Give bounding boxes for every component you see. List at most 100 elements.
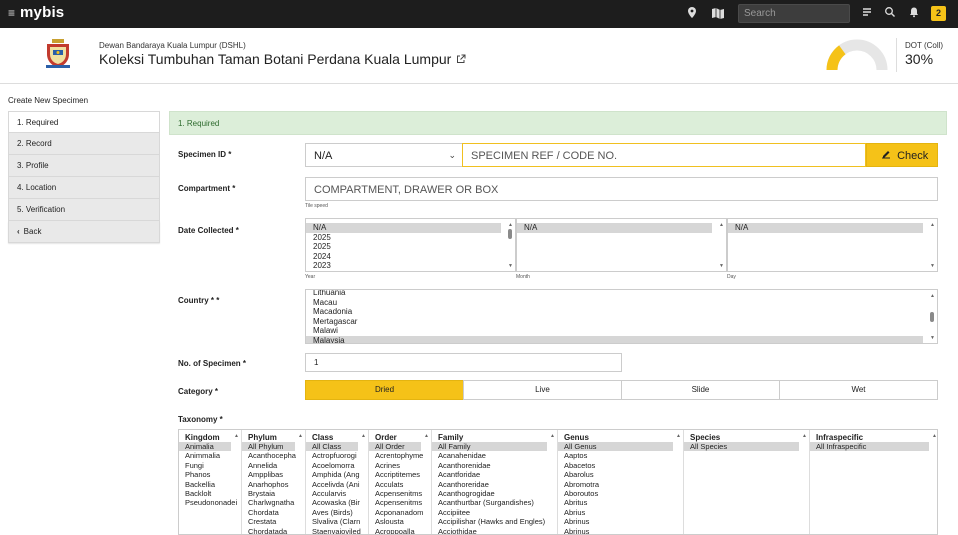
taxonomy-option[interactable]: Slvaliva (Clarn	[306, 517, 368, 526]
search-input[interactable]: Search	[738, 4, 850, 23]
country-option[interactable]: Malaysia	[306, 335, 923, 343]
taxonomy-option[interactable]: Acanthogrogidae	[432, 489, 557, 498]
taxonomy-option[interactable]: Acanthorenidae	[432, 461, 557, 470]
taxonomy-option[interactable]: Acpensenitms	[369, 489, 431, 498]
year-option[interactable]: 2025	[306, 242, 515, 252]
taxonomy-column-phylum[interactable]: Phylum All Phylum Acanthocepha Annelida Ampp…	[242, 430, 306, 534]
taxonomy-option[interactable]: Aslousta	[369, 517, 431, 526]
taxonomy-option[interactable]: Backlolt	[179, 489, 241, 498]
taxonomy-option[interactable]: Aaptos	[558, 451, 683, 460]
taxonomy-option[interactable]: All Family	[432, 442, 547, 452]
taxonomy-option[interactable]: Fungi	[179, 461, 241, 470]
country-option[interactable]: Mertagascar	[306, 317, 937, 327]
taxonomy-option[interactable]: Acroppoalla	[369, 527, 431, 534]
taxonomy-option[interactable]: Charlwgnatha	[242, 498, 305, 507]
scroll-up-icon[interactable]: ▲	[930, 293, 935, 299]
specimen-ref-input[interactable]: SPECIMEN REF / CODE NO.	[462, 143, 866, 167]
brand-logo[interactable]: mybis	[20, 4, 64, 21]
taxonomy-option[interactable]: Abacetos	[558, 461, 683, 470]
scroll-up-icon[interactable]: ▲	[930, 222, 935, 228]
num-specimen-input[interactable]: 1	[305, 353, 622, 372]
taxonomy-option[interactable]: Phanos	[179, 470, 241, 479]
back-button[interactable]: ‹ Back	[8, 221, 160, 243]
external-link-icon[interactable]	[456, 54, 466, 67]
taxonomy-option[interactable]: Acculats	[369, 480, 431, 489]
year-option[interactable]: 2025	[306, 233, 515, 243]
taxonomy-option[interactable]: Staenvaioviled	[306, 527, 368, 534]
check-button[interactable]: Check	[866, 143, 938, 167]
taxonomy-option[interactable]: Backellia	[179, 480, 241, 489]
taxonomy-option[interactable]: Acoelomorra	[306, 461, 368, 470]
day-listbox[interactable]: N/A ▲ ▼	[727, 218, 938, 272]
taxonomy-option[interactable]: Abrinus	[558, 517, 683, 526]
location-pin-icon[interactable]	[685, 6, 699, 20]
taxonomy-option[interactable]: Aboroutos	[558, 489, 683, 498]
scroll-down-icon[interactable]: ▼	[930, 335, 935, 341]
chat-icon[interactable]	[860, 6, 874, 20]
sidebar-item-record[interactable]: 2. Record	[8, 133, 160, 155]
year-listbox[interactable]: N/A 2025 2025 2024 2023 ▲ ▼	[305, 218, 516, 272]
sidebar-item-required[interactable]: 1. Required	[8, 111, 160, 133]
sidebar-item-location[interactable]: 4. Location	[8, 177, 160, 199]
country-option[interactable]: Macau	[306, 298, 937, 308]
taxonomy-option[interactable]: Acantforidae	[432, 470, 557, 479]
menu-icon[interactable]: ≡	[8, 6, 15, 20]
taxonomy-option[interactable]: Actropfuorogi	[306, 451, 368, 460]
taxonomy-option[interactable]: Abrius	[558, 508, 683, 517]
country-listbox[interactable]: Lithuania Macau Macadonia Mertagascar Malawi…	[305, 289, 938, 344]
month-listbox[interactable]: N/A ▲ ▼	[516, 218, 727, 272]
taxonomy-option[interactable]: Anarhophos	[242, 480, 305, 489]
taxonomy-option[interactable]: Acpensenitms	[369, 498, 431, 507]
taxonomy-option[interactable]: Accipiitee	[432, 508, 557, 517]
scrollbar-thumb[interactable]	[508, 229, 512, 239]
taxonomy-option[interactable]: Animalia	[179, 442, 231, 452]
scroll-up-icon[interactable]: ▲	[676, 433, 681, 439]
taxonomy-option[interactable]: Acrines	[369, 461, 431, 470]
country-option[interactable]: Macadonia	[306, 307, 937, 317]
taxonomy-option[interactable]: Abrinus	[558, 527, 683, 534]
category-dried[interactable]: Dried	[305, 380, 464, 400]
scroll-up-icon[interactable]: ▲	[424, 433, 429, 439]
taxonomy-option[interactable]: Accriptitemes	[369, 470, 431, 479]
taxonomy-option[interactable]: Acowaska (Bir	[306, 498, 368, 507]
taxonomy-option[interactable]: All Order	[369, 442, 421, 452]
taxonomy-option[interactable]: Acrentophyme	[369, 451, 431, 460]
taxonomy-option[interactable]: Chordatada	[242, 527, 305, 534]
scroll-up-icon[interactable]: ▲	[234, 433, 239, 439]
taxonomy-option[interactable]: Accelivda (Ani	[306, 480, 368, 489]
scroll-up-icon[interactable]: ▲	[802, 433, 807, 439]
sidebar-item-profile[interactable]: 3. Profile	[8, 155, 160, 177]
taxonomy-column-infraspecific[interactable]: Infraspecific All Infraspecific ▲	[810, 430, 937, 534]
category-live[interactable]: Live	[463, 380, 622, 400]
taxonomy-option[interactable]: Aves (Birds)	[306, 508, 368, 517]
search-icon[interactable]	[883, 6, 897, 20]
taxonomy-option[interactable]: Abritus	[558, 498, 683, 507]
taxonomy-option[interactable]: Acponanadom	[369, 508, 431, 517]
taxonomy-option[interactable]: All Genus	[558, 442, 673, 452]
scroll-up-icon[interactable]: ▲	[508, 222, 513, 228]
taxonomy-option[interactable]: Acanahenidae	[432, 451, 557, 460]
taxonomy-option[interactable]: All Phylum	[242, 442, 295, 452]
taxonomy-option[interactable]: Pseudononadei	[179, 498, 241, 507]
taxonomy-option[interactable]: Brystaia	[242, 489, 305, 498]
map-icon[interactable]	[711, 6, 725, 20]
taxonomy-option[interactable]: Abarolus	[558, 470, 683, 479]
taxonomy-option[interactable]: Annelida	[242, 461, 305, 470]
scroll-down-icon[interactable]: ▼	[719, 263, 724, 269]
sidebar-item-verification[interactable]: 5. Verification	[8, 199, 160, 221]
taxonomy-option[interactable]: Abromotra	[558, 480, 683, 489]
specimen-prefix-select[interactable]: N/A ⌄	[305, 143, 463, 167]
taxonomy-column-family[interactable]: Family All Family Acanahenidae Acanthorenid…	[432, 430, 558, 534]
taxonomy-option[interactable]: Chordata	[242, 508, 305, 517]
taxonomy-option[interactable]: Acciothidae	[432, 527, 557, 534]
scroll-up-icon[interactable]: ▲	[550, 433, 555, 439]
taxonomy-option[interactable]: All Infraspecific	[810, 442, 929, 452]
taxonomy-option[interactable]: Crestata	[242, 517, 305, 526]
compartment-input[interactable]: COMPARTMENT, DRAWER OR BOX	[305, 177, 938, 201]
taxonomy-column-order[interactable]: Order All Order Acrentophyme Acrines Accript…	[369, 430, 432, 534]
taxonomy-column-species[interactable]: Species All Species ▲	[684, 430, 810, 534]
year-option[interactable]: N/A	[306, 223, 501, 233]
scroll-down-icon[interactable]: ▼	[508, 263, 513, 269]
notification-badge[interactable]: 2	[931, 6, 946, 21]
taxonomy-option[interactable]: Acanthurtbar (Surgandishes)	[432, 498, 557, 507]
